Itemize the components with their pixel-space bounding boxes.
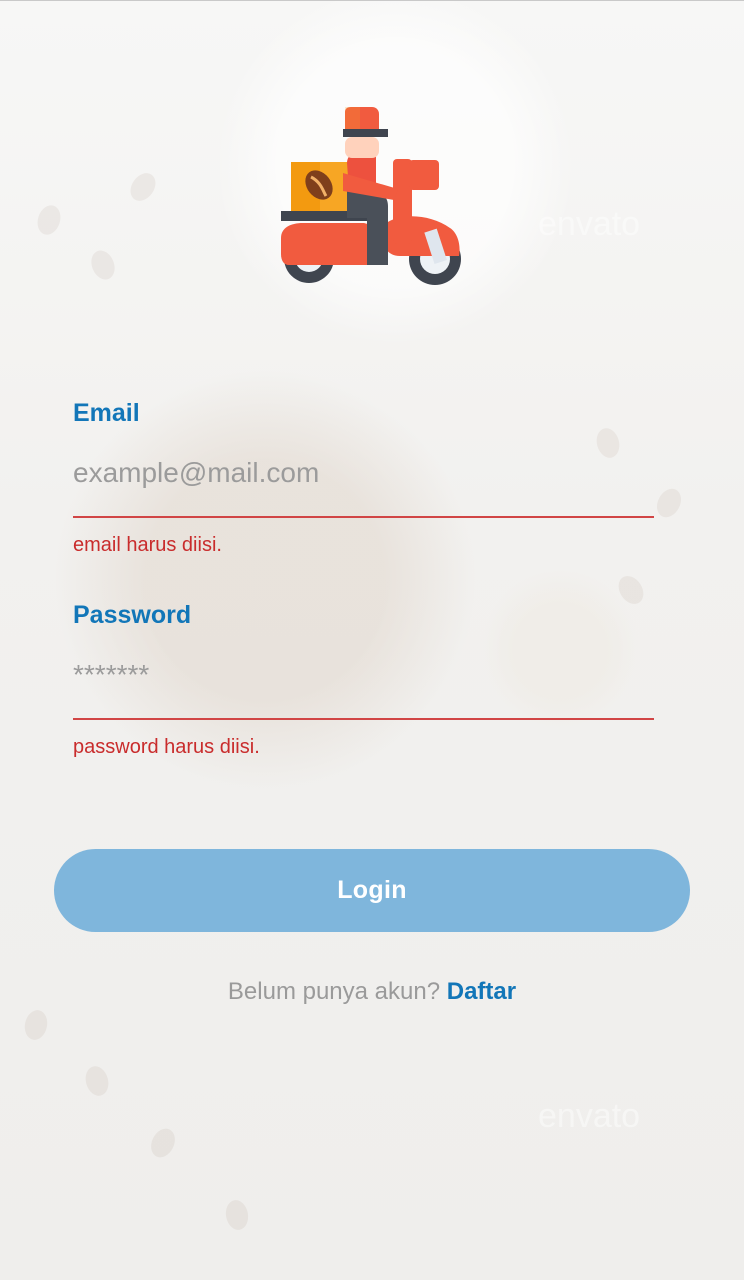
- signup-link[interactable]: Daftar: [447, 978, 516, 1005]
- coffee-bean-decoration: [146, 1124, 180, 1162]
- coffee-bean-decoration: [87, 246, 119, 284]
- delivery-scooter-icon: [281, 107, 463, 288]
- email-label: Email: [73, 399, 140, 427]
- coffee-bean-decoration: [613, 571, 649, 609]
- email-underline: [73, 516, 654, 518]
- password-field[interactable]: [73, 650, 653, 700]
- login-button[interactable]: Login: [54, 849, 690, 932]
- password-underline: [73, 718, 654, 720]
- password-label: Password: [73, 601, 192, 629]
- watermark-text: envato: [538, 205, 641, 243]
- password-error-text: password harus diisi.: [73, 736, 260, 758]
- coffee-bean-decoration: [125, 168, 161, 206]
- signup-prompt-row: Belum punya akun? Daftar: [0, 978, 744, 1006]
- watermark-text: envato: [538, 1097, 641, 1135]
- email-field[interactable]: [73, 448, 653, 498]
- email-error-text: email harus diisi.: [73, 534, 222, 556]
- status-divider: [0, 0, 744, 1]
- coffee-bean-decoration: [82, 1063, 112, 1099]
- coffee-bean-decoration: [33, 202, 65, 238]
- signup-prompt-text: Belum punya akun?: [227, 978, 441, 1005]
- coffee-bean-decoration: [223, 1198, 251, 1232]
- coffee-bean-decoration: [652, 484, 686, 522]
- coffee-bean-decoration: [22, 1008, 50, 1042]
